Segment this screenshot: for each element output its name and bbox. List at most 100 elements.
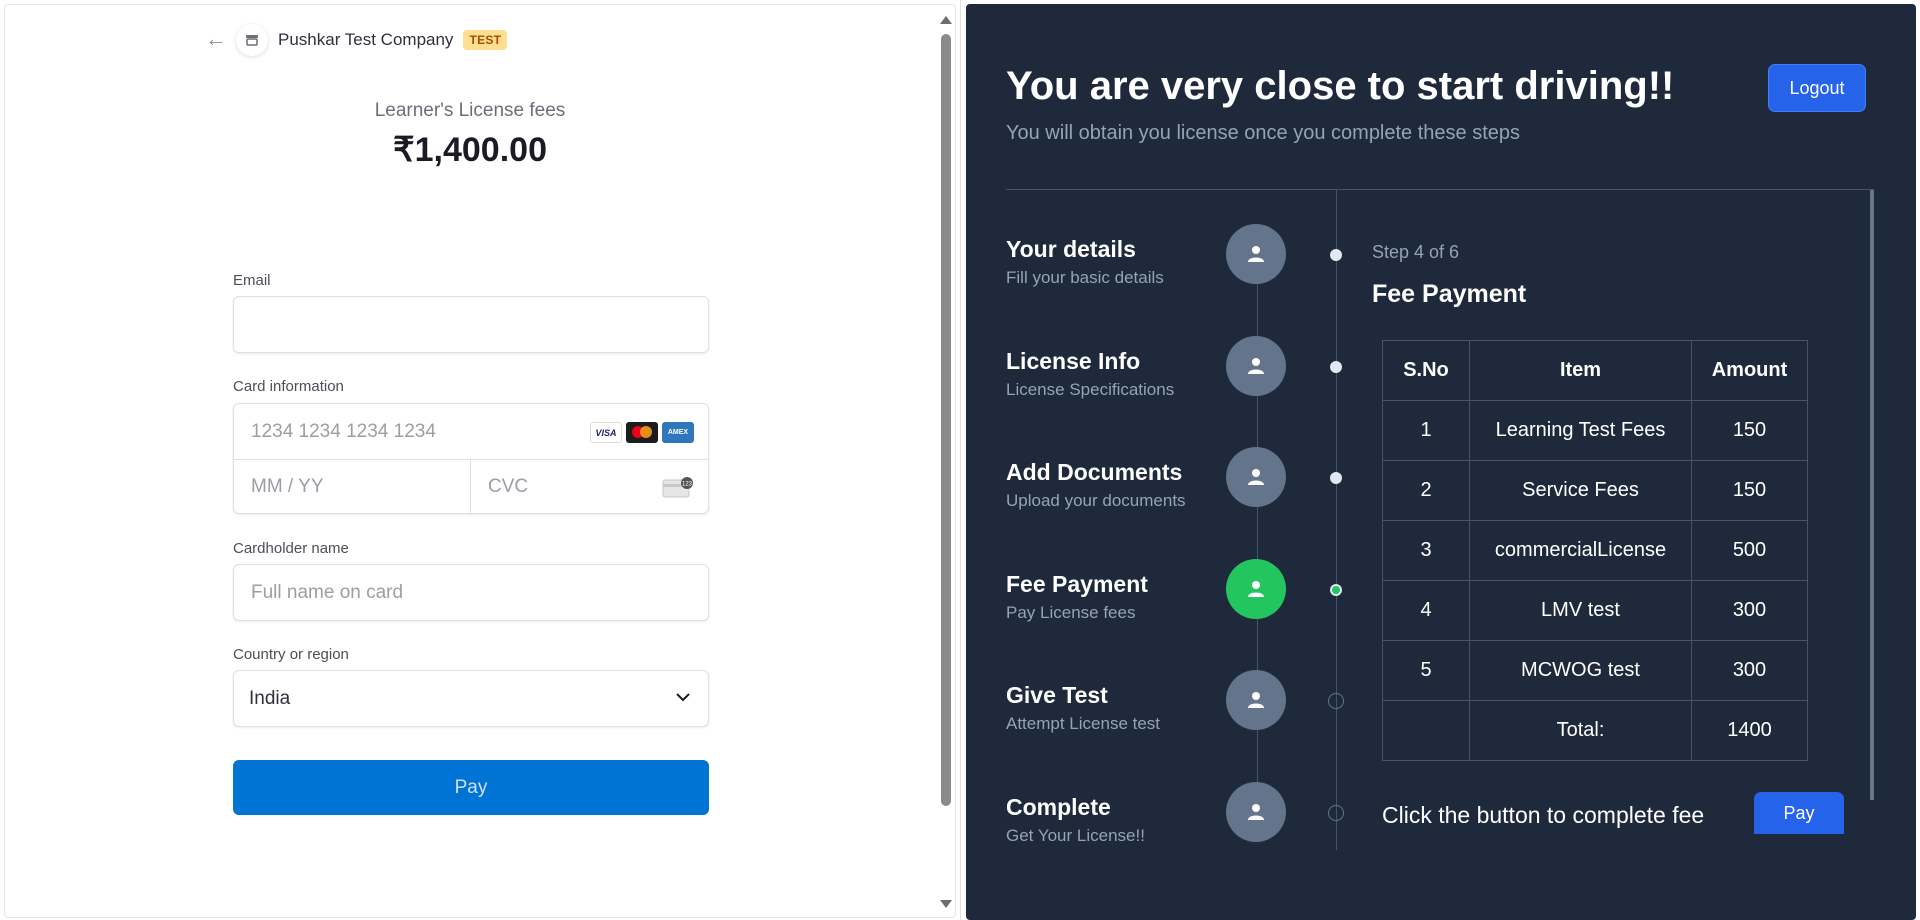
cvc-input[interactable] <box>486 475 640 499</box>
user-icon <box>1226 559 1286 619</box>
timeline-dot <box>1330 472 1342 484</box>
expiry-input[interactable] <box>249 475 453 499</box>
table-row: 2 Service Fees 150 <box>1382 460 1808 521</box>
cardholder-box <box>233 564 709 621</box>
table-cell: 150 <box>1691 460 1808 521</box>
step-desc: License Specifications <box>1006 380 1175 399</box>
step-give-test: Give Test Attempt License test <box>1006 670 1346 762</box>
step-counter: Step 4 of 6 <box>1372 242 1460 262</box>
store-icon <box>236 24 268 56</box>
step-name: Add Documents <box>1006 459 1183 485</box>
column-header: S.No <box>1382 340 1470 401</box>
table-total-row: Total: 1400 <box>1382 700 1808 761</box>
step-desc: Get Your License!! <box>1006 826 1145 845</box>
email-label: Email <box>233 272 271 289</box>
timeline-dot <box>1330 361 1342 373</box>
email-field-box <box>233 296 709 353</box>
fee-label: Learner's License fees <box>374 100 566 121</box>
table-cell: commercialLicense <box>1469 520 1692 581</box>
pay-fee-button[interactable]: Pay <box>1754 792 1844 834</box>
step-fee-payment: Fee Payment Pay License fees <box>1006 559 1346 651</box>
table-cell: 150 <box>1691 400 1808 461</box>
step-add-documents: Add Documents Upload your documents <box>1006 447 1346 539</box>
scrollbar-thumb[interactable] <box>941 34 951 806</box>
step-heading: Fee Payment <box>1372 280 1527 308</box>
table-cell: MCWOG test <box>1469 640 1692 701</box>
step-desc: Fill your basic details <box>1006 268 1164 287</box>
table-cell: 300 <box>1691 640 1808 701</box>
table-row: 3 commercialLicense 500 <box>1382 520 1808 581</box>
card-number-row: VISA AMEX <box>234 404 708 460</box>
table-cell: 3 <box>1382 520 1470 581</box>
svg-text:123: 123 <box>682 482 693 488</box>
table-cell <box>1382 700 1470 761</box>
scroll-down-arrow[interactable] <box>940 900 952 908</box>
user-icon <box>1226 336 1286 396</box>
test-badge: TEST <box>463 30 508 50</box>
scroll-up-arrow[interactable] <box>940 16 952 24</box>
user-icon <box>1226 670 1286 730</box>
user-icon <box>1226 782 1286 842</box>
total-label: Total: <box>1469 700 1692 761</box>
license-portal-panel: You are very close to start driving!! Yo… <box>966 4 1916 920</box>
step-name: License Info <box>1006 348 1141 374</box>
table-cell: LMV test <box>1469 580 1692 641</box>
step-desc: Attempt License test <box>1006 714 1161 733</box>
user-icon <box>1226 224 1286 284</box>
chevron-down-icon <box>676 693 690 702</box>
complete-fee-text: Click the button to complete fee <box>1382 802 1705 828</box>
step-name: Complete <box>1006 794 1111 820</box>
card-info-box: VISA AMEX 123 <box>233 403 709 515</box>
step-your-details: Your details Fill your basic details <box>1006 224 1346 316</box>
cvc-cell: 123 <box>471 459 708 515</box>
step-desc: Pay License fees <box>1006 603 1136 622</box>
table-header-row: S.No Item Amount <box>1382 340 1808 401</box>
cardholder-label: Cardholder name <box>233 540 349 557</box>
scrollbar[interactable] <box>938 10 954 912</box>
step-complete: Complete Get Your License!! <box>1006 782 1346 874</box>
table-cell: 2 <box>1382 460 1470 521</box>
card-number-input[interactable] <box>249 420 553 444</box>
country-label: Country or region <box>233 646 349 663</box>
header-divider <box>1006 189 1874 190</box>
country-value: India <box>249 688 291 709</box>
page-title: You are very close to start driving!! <box>1006 64 1675 108</box>
company-name: Pushkar Test Company <box>278 30 454 49</box>
amex-icon: AMEX <box>662 422 694 443</box>
checkout-panel: ← Pushkar Test Company TEST Learner's Li… <box>0 0 961 920</box>
step-name: Fee Payment <box>1006 571 1148 597</box>
visa-icon: VISA <box>590 422 622 443</box>
step-license-info: License Info License Specifications <box>1006 336 1346 428</box>
content-scrollbar[interactable] <box>1870 190 1874 800</box>
cardholder-input[interactable] <box>249 581 693 605</box>
step-name: Your details <box>1006 236 1136 262</box>
card-info-label: Card information <box>233 378 344 395</box>
table-cell: Service Fees <box>1469 460 1692 521</box>
user-icon <box>1226 447 1286 507</box>
timeline-dot-pending <box>1328 693 1344 709</box>
timeline-dot-active <box>1330 584 1342 596</box>
step-desc: Upload your documents <box>1006 491 1186 510</box>
fee-amount: ₹1,400.00 <box>393 131 547 169</box>
checkout-header: ← Pushkar Test Company TEST <box>204 24 508 56</box>
table-cell: 5 <box>1382 640 1470 701</box>
column-header: Amount <box>1691 340 1808 401</box>
total-value: 1400 <box>1691 700 1808 761</box>
mastercard-icon <box>626 422 658 443</box>
timeline-dot-pending <box>1328 805 1344 821</box>
email-field[interactable] <box>249 313 693 337</box>
cvc-card-icon: 123 <box>662 477 693 498</box>
fee-table: S.No Item Amount 1 Learning Test Fees 15… <box>1382 340 1808 761</box>
timeline-dot <box>1330 249 1342 261</box>
table-cell: 1 <box>1382 400 1470 461</box>
country-select[interactable]: India <box>233 670 709 727</box>
logout-button[interactable]: Logout <box>1768 64 1866 112</box>
back-arrow-icon[interactable]: ← <box>204 28 228 52</box>
column-header: Item <box>1469 340 1692 401</box>
table-cell: Learning Test Fees <box>1469 400 1692 461</box>
pay-button[interactable]: Pay <box>233 760 709 815</box>
table-cell: 4 <box>1382 580 1470 641</box>
table-cell: 500 <box>1691 520 1808 581</box>
card-brands: VISA AMEX <box>590 422 694 443</box>
table-cell: 300 <box>1691 580 1808 641</box>
